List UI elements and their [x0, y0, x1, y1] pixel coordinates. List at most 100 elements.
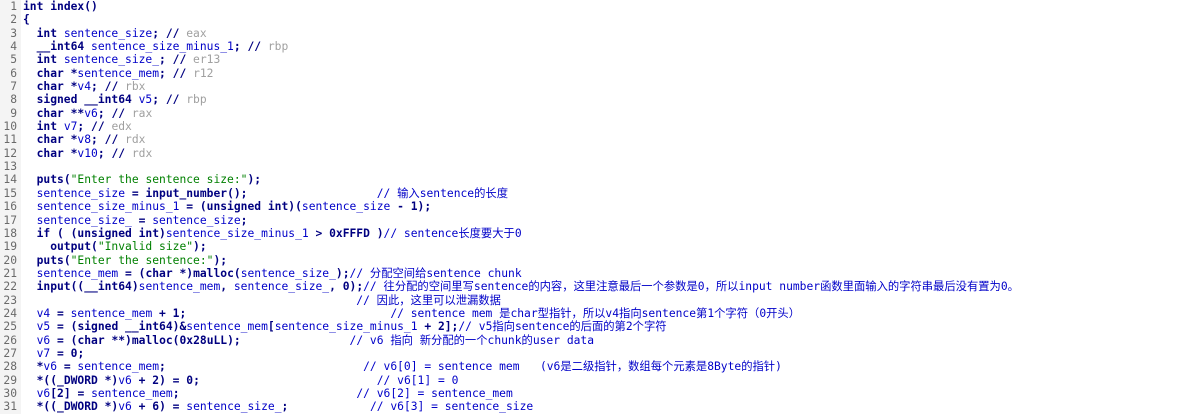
code-token: char	[23, 106, 71, 120]
code-token: sentence_size_	[240, 266, 336, 280]
code-line[interactable]: 30 v6[2] = sentence_mem; // v6[2] = sent…	[0, 386, 1200, 401]
code-token: = (	[50, 333, 78, 347]
code-token: output	[23, 240, 92, 254]
code-token: int	[23, 26, 64, 40]
code-token: 0x28uLL	[179, 333, 228, 347]
code-token: ,	[220, 280, 234, 294]
code-text: int sentence_size; // eax	[21, 27, 207, 40]
line-number: 28	[0, 360, 21, 374]
line-number: 27	[0, 346, 21, 361]
line-number: 7	[0, 80, 21, 94]
code-line[interactable]: 20 puts("Enter the sentence:");	[0, 253, 1200, 267]
line-number: 30	[0, 386, 21, 401]
code-token: (	[91, 240, 98, 254]
code-token: );	[213, 253, 228, 267]
code-token: int	[23, 120, 64, 134]
code-token: 0xFFFD	[329, 226, 370, 240]
code-line[interactable]: 19 output("Invalid size");	[0, 240, 1200, 254]
code-token: *)	[104, 373, 119, 387]
code-token: )(	[288, 200, 302, 214]
code-line[interactable]: 10 int v7; // edx	[0, 120, 1200, 134]
code-token: ;	[159, 66, 173, 80]
code-line[interactable]: 11 char *v8; // rdx	[0, 133, 1200, 147]
code-token: input	[23, 280, 71, 294]
code-token: -	[390, 200, 411, 214]
code-token: malloc	[131, 333, 173, 347]
code-line[interactable]: 12 char *v10; // rdx	[0, 146, 1200, 161]
code-token: sentence_size_minus_1	[274, 320, 418, 334]
code-line[interactable]: 29 *((_DWORD *)v6 + 2) = 0; // v6[1] = 0	[0, 373, 1200, 387]
code-line[interactable]: 6 char *sentence_mem; // r12	[0, 66, 1200, 81]
code-token: 1	[410, 200, 418, 214]
code-line[interactable]: 15 sentence_size = input_number(); // 输入…	[0, 186, 1200, 201]
code-token: //	[172, 66, 194, 80]
code-line[interactable]: 4 __int64 sentence_size_minus_1; // rbp	[0, 40, 1200, 54]
code-token: //	[111, 146, 132, 160]
code-line[interactable]: 1 int index()	[0, 0, 1200, 14]
code-line[interactable]: 21 sentence_mem = (char *)malloc(sentenc…	[0, 266, 1200, 281]
code-token: =	[125, 186, 146, 200]
code-token: [	[50, 386, 58, 400]
line-number: 23	[0, 293, 21, 307]
code-token: *((	[23, 373, 58, 387]
code-token: 2	[57, 386, 64, 400]
line-number: 18	[0, 226, 21, 241]
code-token: sentence_mem	[138, 280, 221, 294]
code-text: char *v4; // rbx	[21, 80, 146, 93]
code-line[interactable]: 27 v7 = 0;	[0, 346, 1200, 361]
code-token: sentence_mem	[70, 306, 153, 320]
code-token: sentence_size_minus_1	[91, 40, 234, 54]
code-token: int	[23, 0, 51, 13]
code-line[interactable]: 16 sentence_size_minus_1 = (unsigned int…	[0, 200, 1200, 214]
code-line[interactable]: 18 if ( (unsigned int)sentence_size_minu…	[0, 226, 1200, 241]
line-number: 22	[0, 280, 21, 294]
code-text: if ( (unsigned int)sentence_size_minus_1…	[21, 227, 522, 240]
code-token: //	[165, 26, 187, 40]
line-number: 31	[0, 400, 21, 414]
code-line[interactable]: 17 sentence_size_ = sentence_size;	[0, 213, 1200, 227]
code-token: );	[247, 173, 262, 187]
code-line[interactable]: 8 signed __int64 v5; // rbp	[0, 93, 1200, 107]
code-line[interactable]: 9 char **v6; // rax	[0, 106, 1200, 121]
code-token: =	[57, 360, 78, 374]
code-line[interactable]: 26 v6 = (char **)malloc(0x28uLL); // v6 …	[0, 333, 1200, 347]
code-token: sentence_mem	[186, 320, 268, 334]
code-line[interactable]: 5 int sentence_size_; // er13	[0, 53, 1200, 67]
code-line[interactable]: 28 *v6 = sentence_mem; // v6[0] = senten…	[0, 360, 1200, 374]
code-token: //	[111, 106, 132, 120]
code-token: v5	[23, 320, 51, 334]
code-token: unsigned int	[77, 226, 160, 240]
code-token: index	[50, 0, 85, 13]
code-token: // 分配空间给sentence chunk	[349, 266, 522, 280]
code-token: +	[152, 306, 173, 320]
code-line[interactable]: 3 int sentence_size; // eax	[0, 26, 1200, 41]
code-token: // 往分配的空间里写sentence的内容，这里注意最后一个参数是0，所以in…	[363, 280, 1019, 294]
code-line[interactable]: 24 v4 = sentence_mem + 1; // sentence me…	[0, 306, 1200, 321]
code-token: _DWORD	[57, 400, 105, 414]
code-token: signed __int64	[23, 93, 139, 107]
code-token: ;	[77, 120, 92, 134]
code-line[interactable]: 13	[0, 160, 1200, 174]
code-line[interactable]: 14 puts("Enter the sentence size:");	[0, 173, 1200, 187]
code-line[interactable]: 2{	[0, 13, 1200, 27]
line-number: 4	[0, 40, 21, 54]
code-line[interactable]: 23 // 因此，这里可以泄漏数据	[0, 293, 1200, 307]
code-token: *((	[23, 400, 58, 414]
code-token: // sentence mem 是char型指针，所以v4指向sentence第…	[390, 306, 801, 320]
code-token: v6	[23, 386, 51, 400]
code-text: signed __int64 v5; // rbp	[21, 93, 207, 106]
code-line[interactable]: 25 v5 = (signed __int64)&sentence_mem[se…	[0, 320, 1200, 334]
code-token: char	[145, 266, 180, 280]
code-token: v4	[23, 306, 51, 320]
code-token: >	[308, 226, 330, 240]
code-line[interactable]: 22 input((__int64)sentence_mem, sentence…	[0, 280, 1200, 294]
code-line[interactable]: 31 *((_DWORD *)v6 + 6) = sentence_size_;…	[0, 400, 1200, 414]
code-token: ;	[91, 133, 105, 147]
code-token: )	[369, 226, 384, 240]
code-token: rdx	[131, 146, 153, 160]
code-line[interactable]: 7 char *v4; // rbx	[0, 80, 1200, 94]
code-text: puts("Enter the sentence size:");	[21, 173, 261, 186]
code-editor[interactable]: 1 int index() 2{3 int sentence_size; // ea…	[0, 0, 1200, 418]
